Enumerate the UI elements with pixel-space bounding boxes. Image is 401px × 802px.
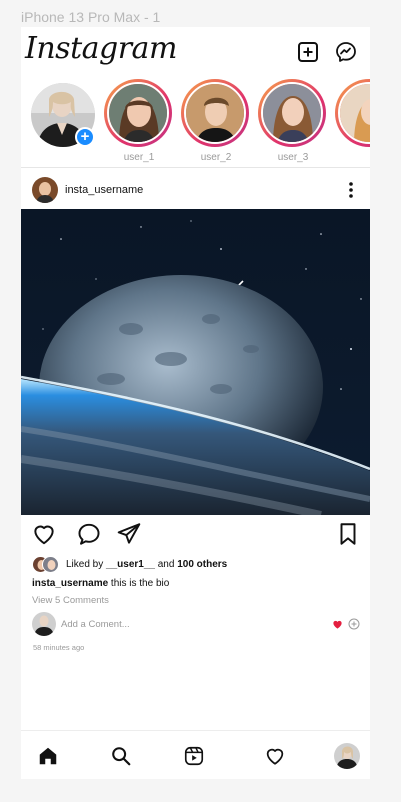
phone-screen: Instagram + user_1 user_2 user_3 insta_u… — [21, 27, 370, 779]
reels-icon[interactable] — [183, 745, 205, 767]
share-icon[interactable] — [116, 521, 142, 547]
post-actions — [21, 517, 370, 553]
stories-row: + user_1 user_2 user_3 — [21, 79, 370, 167]
story-avatar — [186, 84, 244, 142]
view-comments-link[interactable]: View 5 Comments — [32, 595, 109, 606]
own-story[interactable]: + — [31, 83, 101, 147]
frame-label: iPhone 13 Pro Max - 1 — [21, 9, 161, 25]
story-ring — [104, 79, 172, 147]
story-label: user_2 — [200, 152, 232, 163]
story-avatar — [109, 84, 167, 142]
post-caption: insta_username this is the bio — [32, 578, 169, 589]
story-avatar — [340, 84, 370, 142]
bookmark-icon[interactable] — [335, 521, 361, 547]
post-header: insta_username — [21, 174, 370, 210]
messenger-icon[interactable] — [334, 40, 358, 64]
story-label: user_3 — [277, 152, 309, 163]
add-circle-icon[interactable] — [348, 618, 360, 630]
post-author-username[interactable]: insta_username — [65, 184, 143, 196]
top-bar: Instagram — [21, 27, 370, 75]
story-user-3[interactable]: user_3 — [258, 79, 328, 163]
profile-avatar[interactable] — [334, 743, 360, 769]
bottom-nav — [21, 730, 370, 779]
post-timestamp: 58 minutes ago — [33, 643, 85, 652]
home-icon[interactable] — [37, 745, 59, 767]
story-user-1[interactable]: user_1 — [104, 79, 174, 163]
story-ring — [258, 79, 326, 147]
comment-row — [21, 612, 370, 636]
heart-filled-icon[interactable] — [332, 619, 343, 630]
story-label: user_1 — [123, 152, 155, 163]
story-ring — [335, 79, 370, 147]
activity-heart-icon[interactable] — [264, 745, 286, 767]
plus-icon[interactable]: + — [75, 127, 95, 147]
story-user-2[interactable]: user_2 — [181, 79, 251, 163]
liked-by-user[interactable]: __user1__ — [106, 559, 155, 570]
post-author-avatar[interactable] — [32, 177, 58, 203]
story-user-4[interactable] — [335, 79, 370, 147]
likes-text: Liked by __user1__ and 100 others — [66, 559, 228, 570]
stories-divider — [21, 167, 370, 168]
likes-row: Liked by __user1__ and 100 others — [32, 556, 362, 574]
current-user-avatar — [32, 612, 56, 636]
caption-username[interactable]: insta_username — [32, 578, 108, 589]
add-comment-input[interactable] — [61, 616, 281, 632]
caption-text: this is the bio — [108, 578, 170, 589]
more-vertical-icon[interactable] — [346, 181, 356, 199]
likes-others[interactable]: 100 others — [177, 559, 227, 570]
add-post-icon[interactable] — [296, 40, 320, 64]
liker-avatar — [42, 556, 59, 573]
post-image[interactable] — [21, 209, 370, 515]
search-icon[interactable] — [110, 745, 132, 767]
heart-icon[interactable] — [31, 521, 57, 547]
story-ring — [181, 79, 249, 147]
instagram-logo: Instagram — [25, 31, 177, 66]
comment-icon[interactable] — [76, 521, 102, 547]
story-avatar — [263, 84, 321, 142]
